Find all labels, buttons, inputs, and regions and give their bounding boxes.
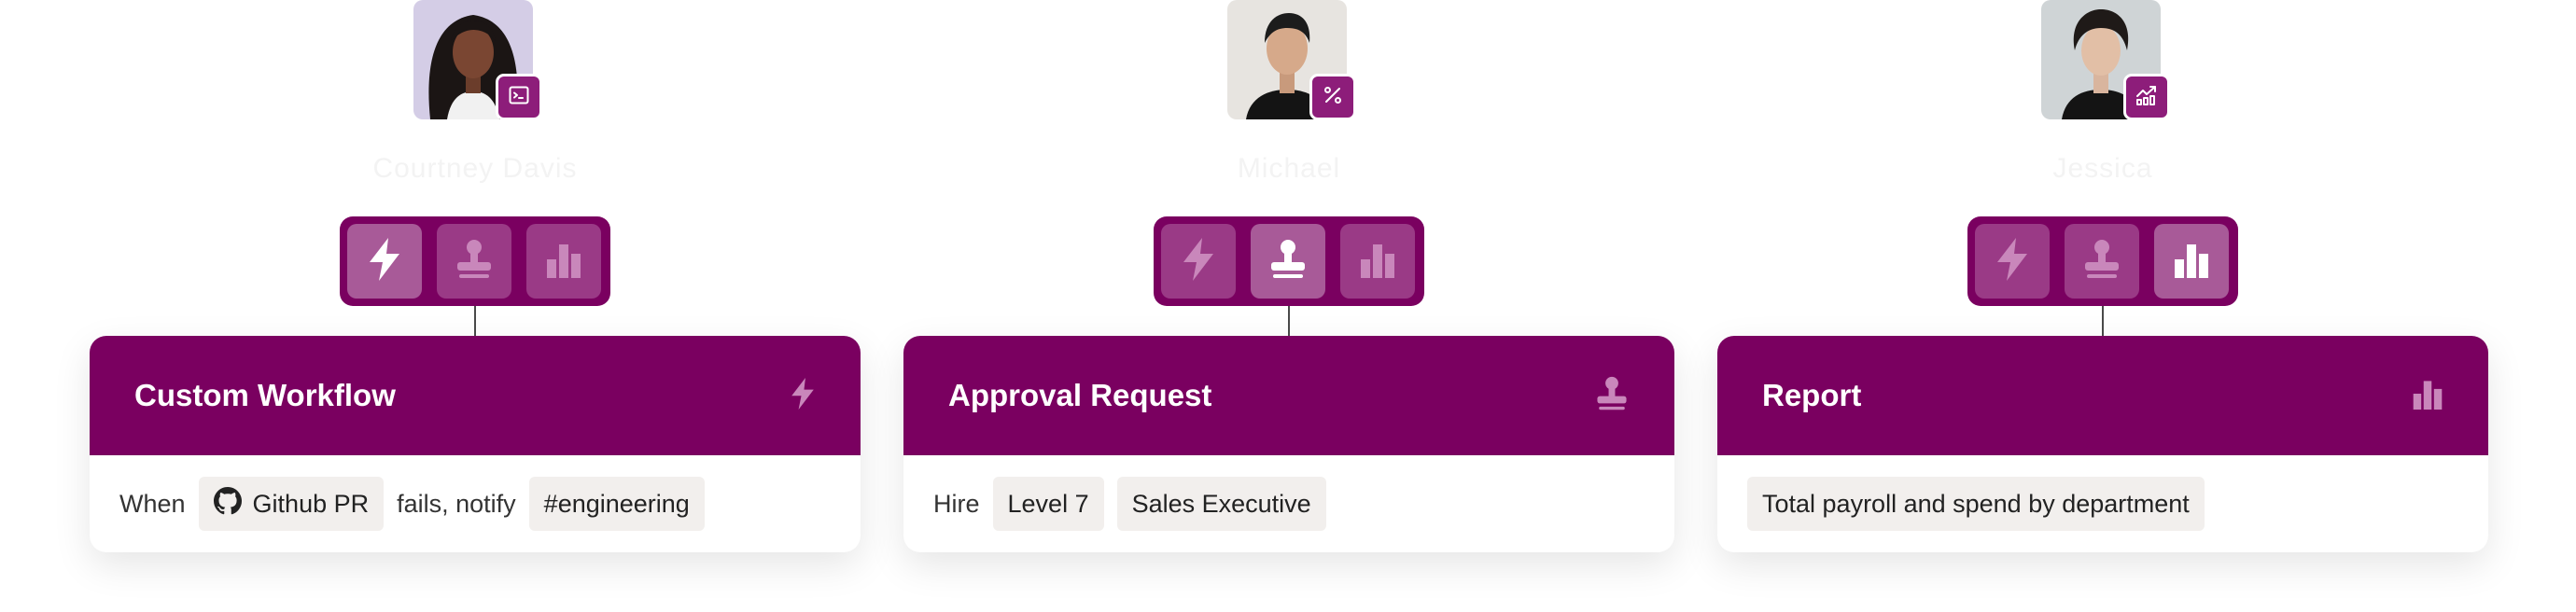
bar-chart-icon — [1359, 241, 1396, 283]
role-chip[interactable]: Sales Executive — [1116, 477, 1326, 531]
avatar-group — [1227, 0, 1356, 121]
workflow-column: Courtney Davis Custom Workflow When Gith… — [90, 0, 861, 612]
percent-icon — [1322, 84, 1344, 111]
workflow-toggle-button[interactable] — [347, 224, 422, 299]
person-name: Courtney Davis — [372, 153, 578, 184]
github-pr-chip[interactable]: Github PR — [198, 477, 385, 531]
chip-label: Sales Executive — [1131, 489, 1311, 518]
card-title: Approval Request — [948, 378, 1212, 412]
connector-line — [1288, 306, 1290, 336]
report-query-chip[interactable]: Total payroll and spend by department — [1747, 477, 2205, 531]
hire-label: Hire — [933, 489, 980, 518]
person-name: Jessica — [2052, 153, 2153, 184]
report-toggle-button[interactable] — [2154, 224, 2229, 299]
card-header: Report — [1717, 336, 2488, 455]
avatar-group — [2041, 0, 2170, 121]
report-column: Jessica Report Total payroll and spend b… — [1717, 0, 2488, 612]
stamp-icon — [1267, 239, 1309, 285]
custom-workflow-card: Custom Workflow When Github PR fails, no… — [90, 336, 861, 552]
workflow-toggle-button[interactable] — [1161, 224, 1236, 299]
percent-badge — [1309, 74, 1356, 120]
card-title: Report — [1762, 378, 1862, 412]
terminal-icon — [508, 84, 530, 111]
bar-chart-icon — [545, 241, 582, 283]
card-type-toggle — [1967, 216, 2238, 306]
stamp-icon — [2081, 239, 2122, 285]
terminal-badge — [496, 74, 542, 120]
lightning-icon — [1181, 237, 1216, 285]
workflow-toggle-button[interactable] — [1975, 224, 2050, 299]
approval-request-card: Approval Request Hire Level 7 Sales Exec… — [903, 336, 1674, 552]
chip-label: Total payroll and spend by department — [1762, 489, 2190, 518]
card-header: Approval Request — [903, 336, 1674, 455]
chip-label: Level 7 — [1007, 489, 1089, 518]
when-label: When — [119, 489, 186, 518]
card-body: When Github PR fails, notify #engineerin… — [90, 455, 861, 552]
card-type-toggle — [1154, 216, 1424, 306]
lightning-icon — [1995, 237, 2030, 285]
trending-chart-badge — [2123, 74, 2170, 120]
card-type-toggle — [340, 216, 610, 306]
report-card: Report Total payroll and spend by depart… — [1717, 336, 2488, 552]
report-toggle-button[interactable] — [1340, 224, 1415, 299]
card-body: Hire Level 7 Sales Executive — [903, 455, 1674, 552]
approval-column: Michael Approval Request Hire Level 7 Sa… — [903, 0, 1674, 612]
channel-chip[interactable]: #engineering — [528, 477, 705, 531]
approval-toggle-button[interactable] — [437, 224, 511, 299]
card-title: Custom Workflow — [134, 378, 396, 412]
person-name: Michael — [1237, 153, 1341, 184]
chip-label: #engineering — [543, 489, 690, 518]
avatar-group — [413, 0, 542, 121]
bar-chart-icon — [2412, 378, 2443, 414]
approval-toggle-button[interactable] — [1251, 224, 1325, 299]
card-header: Custom Workflow — [90, 336, 861, 455]
card-body: Total payroll and spend by department — [1717, 455, 2488, 552]
fails-notify-label: fails, notify — [397, 489, 516, 518]
approval-toggle-button[interactable] — [2065, 224, 2139, 299]
level-chip[interactable]: Level 7 — [992, 477, 1104, 531]
lightning-icon — [790, 375, 816, 417]
stamp-icon — [1594, 376, 1630, 416]
stamp-icon — [454, 239, 495, 285]
chip-label: Github PR — [252, 489, 370, 518]
lightning-icon — [367, 237, 402, 285]
github-icon — [213, 486, 242, 522]
connector-line — [2102, 306, 2104, 336]
bar-chart-icon — [2173, 241, 2210, 283]
connector-line — [474, 306, 476, 336]
trending-chart-icon — [2135, 84, 2159, 111]
report-toggle-button[interactable] — [526, 224, 601, 299]
